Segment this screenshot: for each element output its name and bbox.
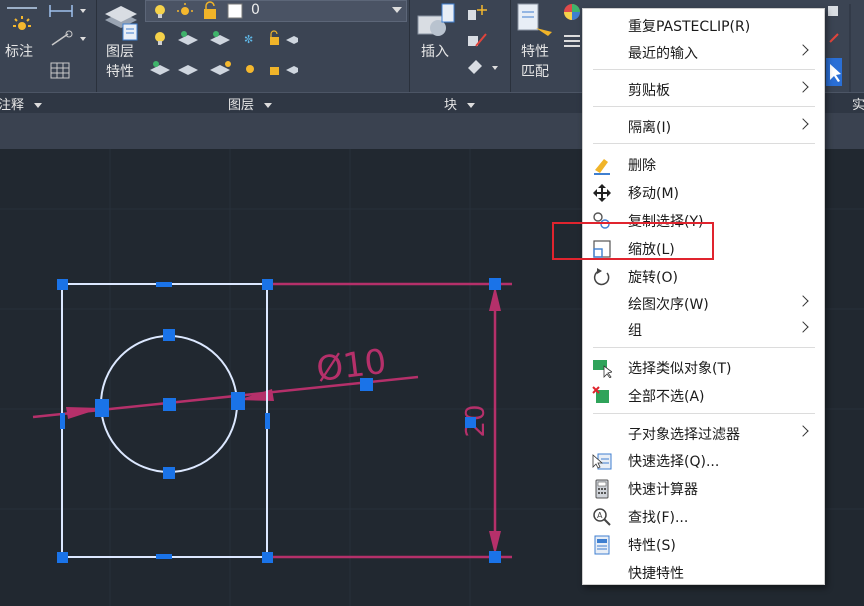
menu-item-label: 快捷特性 [628, 566, 684, 582]
utilities-tools[interactable] [826, 2, 864, 92]
insert-block-icon[interactable] [416, 2, 456, 42]
menu-item-erase[interactable]: 删除 [583, 151, 824, 177]
menu-separator [593, 69, 815, 70]
panel-title-annotate[interactable]: 注释 [0, 94, 43, 113]
chevron-down-icon [34, 103, 43, 108]
match-properties-label-2[interactable]: 匹配 [521, 63, 549, 81]
chevron-right-icon [797, 295, 809, 307]
menu-item-properties[interactable]: 特性(S) [583, 531, 824, 557]
menu-item-group[interactable]: 组 [583, 316, 824, 342]
menu-item-label: 隔离(I) [628, 120, 672, 136]
menu-item-label: 选择类似对象(T) [628, 361, 732, 377]
menu-item-label: 快速计算器 [628, 482, 698, 498]
properties-icon [594, 535, 610, 555]
panel-title-annotate-text: 注释 [0, 98, 25, 113]
quick-select-icon [592, 453, 612, 470]
match-properties-label-1[interactable]: 特性 [521, 43, 549, 61]
chevron-down-icon [264, 103, 273, 108]
menu-item-isolate[interactable]: 隔离(I) [583, 113, 824, 139]
dimension-icon[interactable] [5, 2, 39, 38]
svg-text:✼: ✼ [244, 33, 253, 46]
menu-item-label: 删除 [628, 158, 656, 174]
select-similar-icon [593, 360, 612, 378]
menu-item-label: 绘图次序(W) [628, 297, 709, 313]
menu-item-recent-input[interactable]: 最近的输入 [583, 39, 824, 65]
find-icon: A [593, 508, 611, 526]
layer-tools-row-1[interactable]: ✼ [148, 28, 298, 50]
menu-item-find[interactable]: A 查找(F)... [583, 503, 824, 529]
menu-item-label: 移动(M) [628, 186, 680, 202]
rectangle-geometry[interactable] [61, 283, 268, 558]
calculator-icon [595, 479, 609, 499]
color-wheel-icon[interactable] [562, 2, 582, 62]
layer-properties-icon[interactable] [101, 2, 141, 42]
layer-dropdown-value: 0 [251, 2, 260, 18]
panel-title-block[interactable]: 块 [444, 94, 476, 113]
panel-title-layers-text: 图层 [228, 98, 255, 113]
annotate-button-label[interactable]: 标注 [5, 43, 33, 61]
insert-button-label[interactable]: 插入 [421, 43, 449, 61]
menu-item-label: 重复PASTECLIP(R) [628, 19, 751, 35]
panel-title-right[interactable]: 实 [852, 94, 864, 113]
match-properties-icon[interactable] [516, 2, 558, 42]
layer-properties-label-1[interactable]: 图层 [106, 43, 134, 61]
panel-title-right-text: 实 [852, 98, 864, 113]
layer-dropdown[interactable]: 0 [145, 0, 407, 22]
chevron-down-icon [392, 7, 402, 13]
menu-separator [593, 413, 815, 414]
chevron-right-icon [797, 118, 809, 130]
menu-item-label: 特性(S) [628, 538, 676, 554]
rotate-icon [593, 268, 610, 286]
panel-title-layers[interactable]: 图层 [228, 94, 273, 113]
menu-separator [593, 106, 815, 107]
move-icon [593, 184, 611, 202]
menu-item-clipboard[interactable]: 剪贴板 [583, 76, 824, 102]
menu-item-label: 查找(F)... [628, 510, 689, 526]
context-menu: 重复PASTECLIP(R) 最近的输入 剪贴板 隔离(I) 删除 移动(M) … [582, 8, 825, 585]
deselect-all-icon [592, 386, 609, 403]
linear-dimension-icon[interactable] [48, 2, 88, 20]
menu-item-move[interactable]: 移动(M) [583, 179, 824, 205]
eraser-icon [594, 159, 610, 175]
menu-item-label: 最近的输入 [628, 46, 698, 62]
menu-item-quick-calc[interactable]: 快速计算器 [583, 475, 824, 501]
table-icon[interactable] [50, 62, 70, 80]
menu-item-rotate[interactable]: 旋转(O) [583, 263, 824, 289]
chevron-right-icon [797, 425, 809, 437]
menu-item-label: 旋转(O) [628, 270, 678, 286]
layer-tools-row-2[interactable] [148, 58, 298, 80]
menu-item-label: 剪贴板 [628, 83, 670, 99]
menu-separator [593, 143, 815, 144]
menu-item-label: 子对象选择过滤器 [628, 427, 740, 443]
layer-properties-label-2[interactable]: 特性 [106, 63, 134, 81]
chevron-right-icon [797, 44, 809, 56]
layer-state-icons [155, 1, 243, 19]
menu-item-draw-order[interactable]: 绘图次序(W) [583, 290, 824, 316]
panel-title-block-text: 块 [444, 98, 458, 113]
chevron-right-icon [797, 81, 809, 93]
chevron-down-icon [467, 103, 476, 108]
menu-item-subobject-filter[interactable]: 子对象选择过滤器 [583, 420, 824, 446]
menu-item-label: 快速选择(Q)... [628, 454, 720, 470]
menu-item-label: 组 [628, 323, 642, 339]
menu-item-deselect-all[interactable]: 全部不选(A) [583, 382, 824, 408]
block-tools[interactable] [464, 2, 504, 82]
svg-text:A: A [597, 511, 603, 520]
menu-item-label: 全部不选(A) [628, 389, 705, 405]
menu-item-repeat-pasteclip[interactable]: 重复PASTECLIP(R) [583, 12, 824, 38]
chevron-right-icon [797, 321, 809, 333]
menu-item-quick-properties[interactable]: 快捷特性 [583, 559, 824, 585]
diameter-dimension-text[interactable]: Ø10 [314, 342, 388, 390]
menu-item-select-similar[interactable]: 选择类似对象(T) [583, 354, 824, 380]
menu-separator [593, 347, 815, 348]
selection-grips[interactable] [57, 278, 501, 563]
highlight-box [552, 222, 714, 260]
leader-icon[interactable] [48, 30, 88, 48]
menu-item-quick-select[interactable]: 快速选择(Q)... [583, 447, 824, 473]
